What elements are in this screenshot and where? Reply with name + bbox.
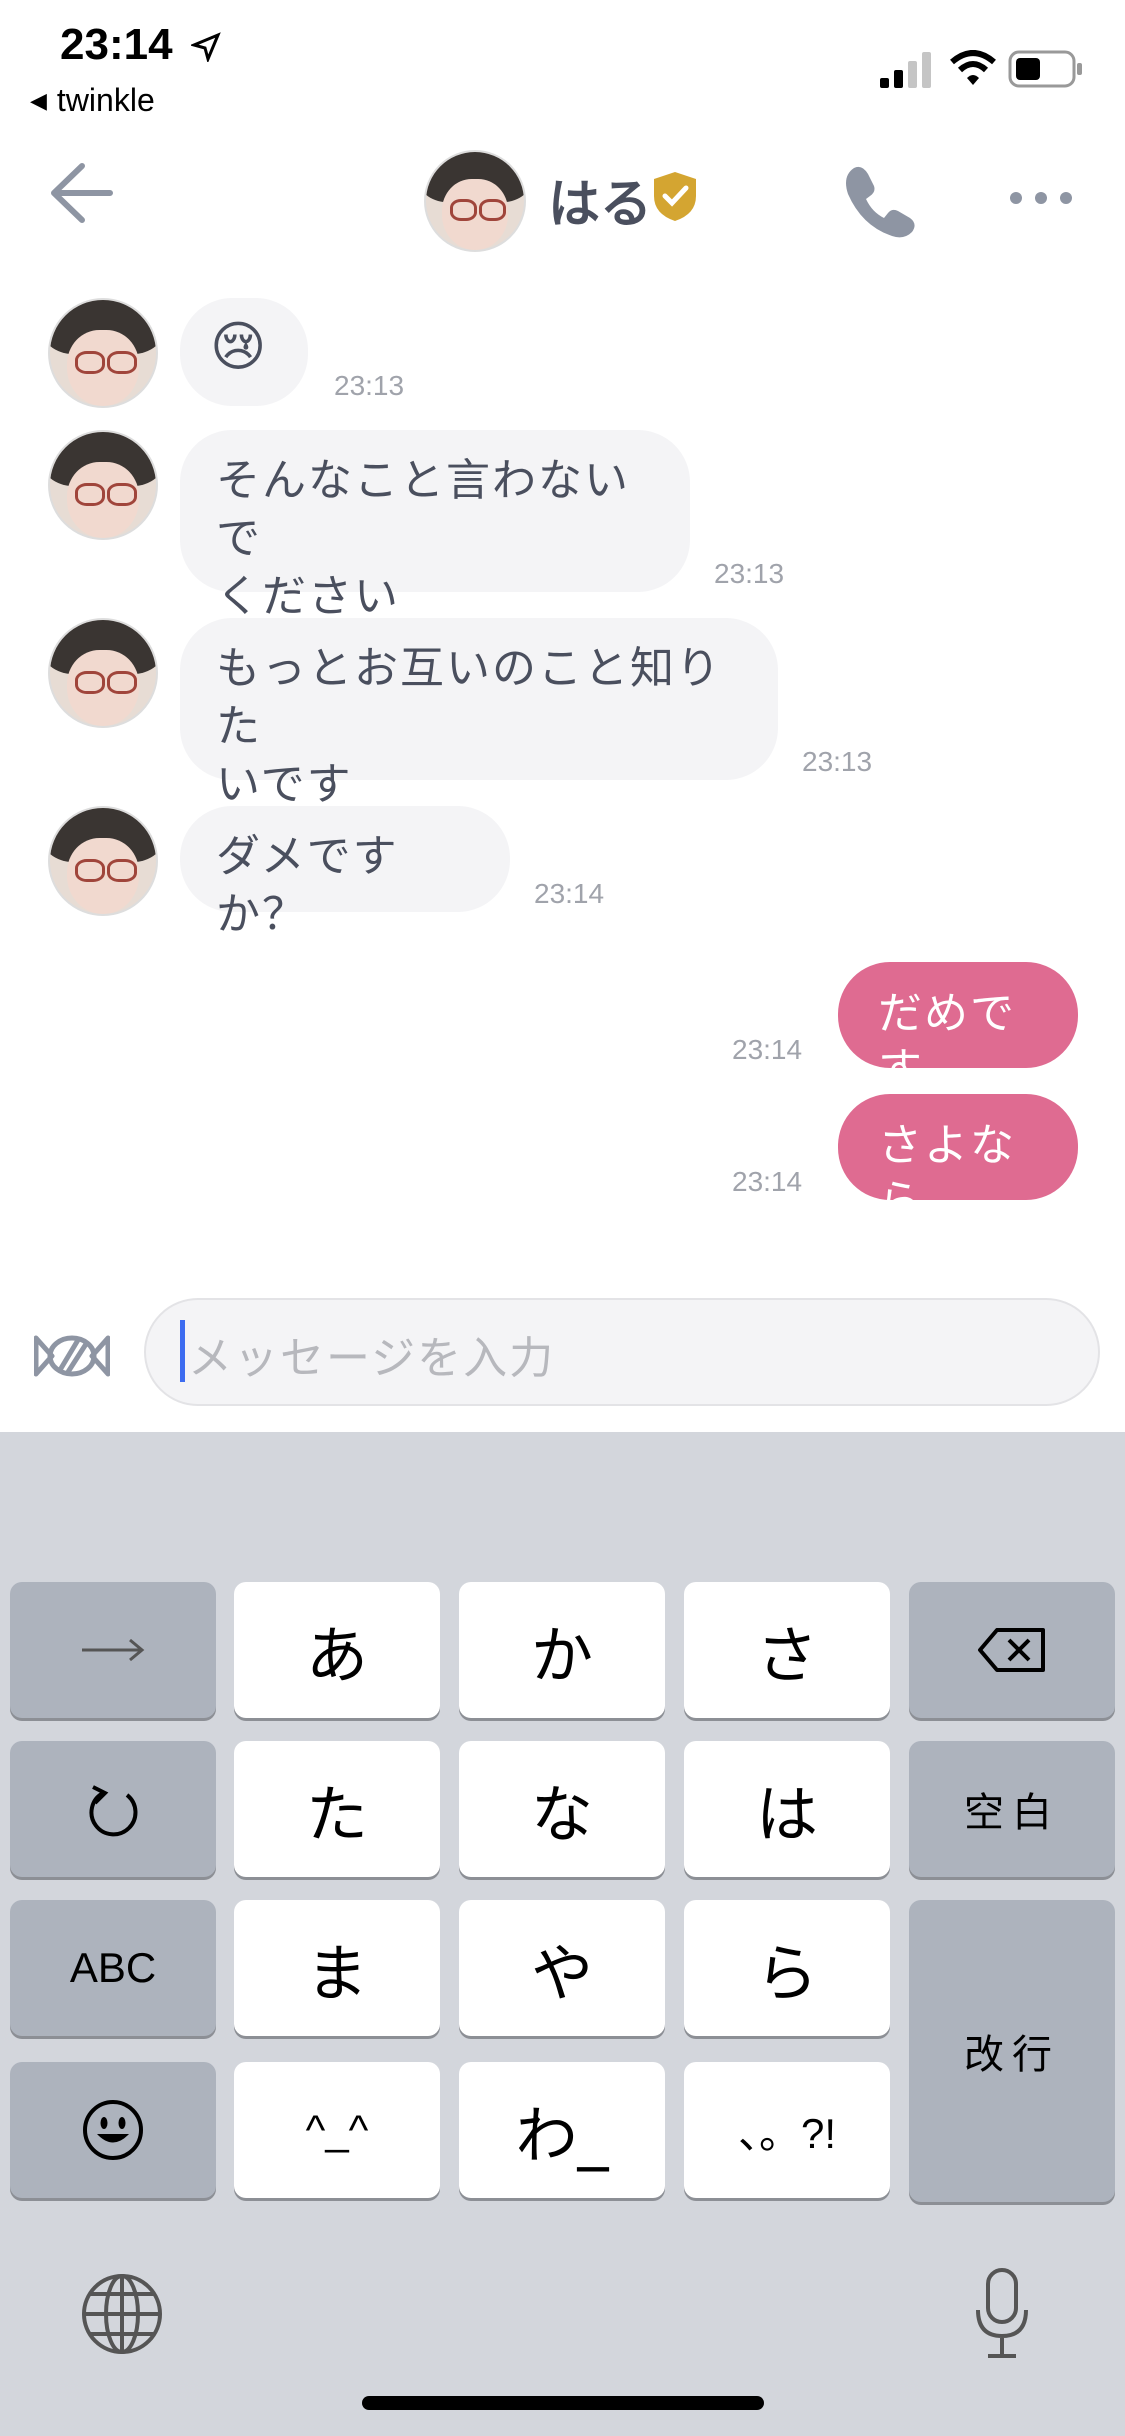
- status-time-text: 23:14: [60, 20, 173, 69]
- location-arrow-icon: [189, 32, 221, 64]
- key-punctuation[interactable]: 、。?!: [684, 2062, 890, 2198]
- back-app-label: twinkle: [56, 82, 155, 118]
- key-na[interactable]: な: [459, 1741, 665, 1877]
- phone-icon[interactable]: [840, 160, 920, 240]
- key-abc[interactable]: ABC: [10, 1900, 216, 2036]
- key-kaomoji[interactable]: ^_^: [234, 2062, 440, 2198]
- sent-message-bubble: だめです: [838, 962, 1078, 1095]
- undo-icon: [89, 1785, 138, 1837]
- header-avatar[interactable]: [424, 150, 526, 252]
- key-delete[interactable]: [909, 1582, 1115, 1718]
- key-return[interactable]: 改行: [909, 1900, 1115, 2202]
- verified-badge-icon: [654, 172, 696, 221]
- globe-icon[interactable]: [80, 2272, 164, 2356]
- key-next[interactable]: [10, 1582, 216, 1718]
- wifi-icon: [950, 50, 996, 85]
- key-wa[interactable]: わ_: [459, 2062, 665, 2198]
- battery-icon: [1008, 50, 1082, 88]
- message-bubble: もっとお互いのこと知りた いです: [180, 618, 778, 810]
- message-bubble: そんなこと言わないで ください: [180, 430, 690, 622]
- back-triangle-icon: ◀: [30, 87, 47, 113]
- message-time: 23:13: [802, 746, 873, 777]
- status-time: 23:14: [60, 20, 221, 70]
- key-ma[interactable]: ま: [234, 1900, 440, 2036]
- message-input-placeholder: メッセージを入力: [188, 1333, 556, 1384]
- delete-icon: [978, 1628, 1045, 1672]
- candy-icon[interactable]: [34, 1330, 110, 1382]
- avatar[interactable]: [48, 806, 158, 916]
- back-to-app[interactable]: ◀ twinkle: [30, 82, 155, 119]
- key-space[interactable]: 空白: [909, 1741, 1115, 1877]
- message-line: そんなこと言わないで: [216, 455, 630, 564]
- key-ta[interactable]: た: [234, 1741, 440, 1877]
- home-indicator[interactable]: [362, 2396, 764, 2410]
- key-ra[interactable]: ら: [684, 1900, 890, 2036]
- message-bubble: ダメですか？: [180, 806, 510, 940]
- header-name: はる: [548, 175, 653, 235]
- message-line: もっとお互いのこと知りた: [216, 643, 722, 752]
- message-time: 23:13: [334, 370, 405, 401]
- key-emoji[interactable]: [10, 2062, 216, 2198]
- key-undo[interactable]: [10, 1741, 216, 1877]
- signal-icon: [880, 52, 931, 88]
- key-ya[interactable]: や: [459, 1900, 665, 2036]
- message-time: 23:14: [534, 878, 605, 909]
- message-time: 23:14: [732, 1166, 803, 1197]
- message-time: 23:14: [732, 1034, 803, 1065]
- microphone-icon[interactable]: [972, 2266, 1032, 2362]
- key-ha[interactable]: は: [684, 1741, 890, 1877]
- avatar[interactable]: [48, 298, 158, 408]
- key-sa[interactable]: さ: [684, 1582, 890, 1718]
- back-arrow-icon[interactable]: [46, 158, 116, 228]
- avatar[interactable]: [48, 618, 158, 728]
- arrow-right-icon: [82, 1638, 145, 1662]
- message-time: 23:13: [714, 558, 785, 589]
- key-ka[interactable]: か: [459, 1582, 665, 1718]
- emoji-icon: [83, 2100, 143, 2160]
- avatar[interactable]: [48, 430, 158, 540]
- key-a[interactable]: あ: [234, 1582, 440, 1718]
- sent-message-bubble: さよなら: [838, 1094, 1078, 1227]
- text-caret: [180, 1320, 185, 1382]
- more-icon[interactable]: [1008, 190, 1074, 206]
- message-bubble: 😢: [180, 298, 308, 406]
